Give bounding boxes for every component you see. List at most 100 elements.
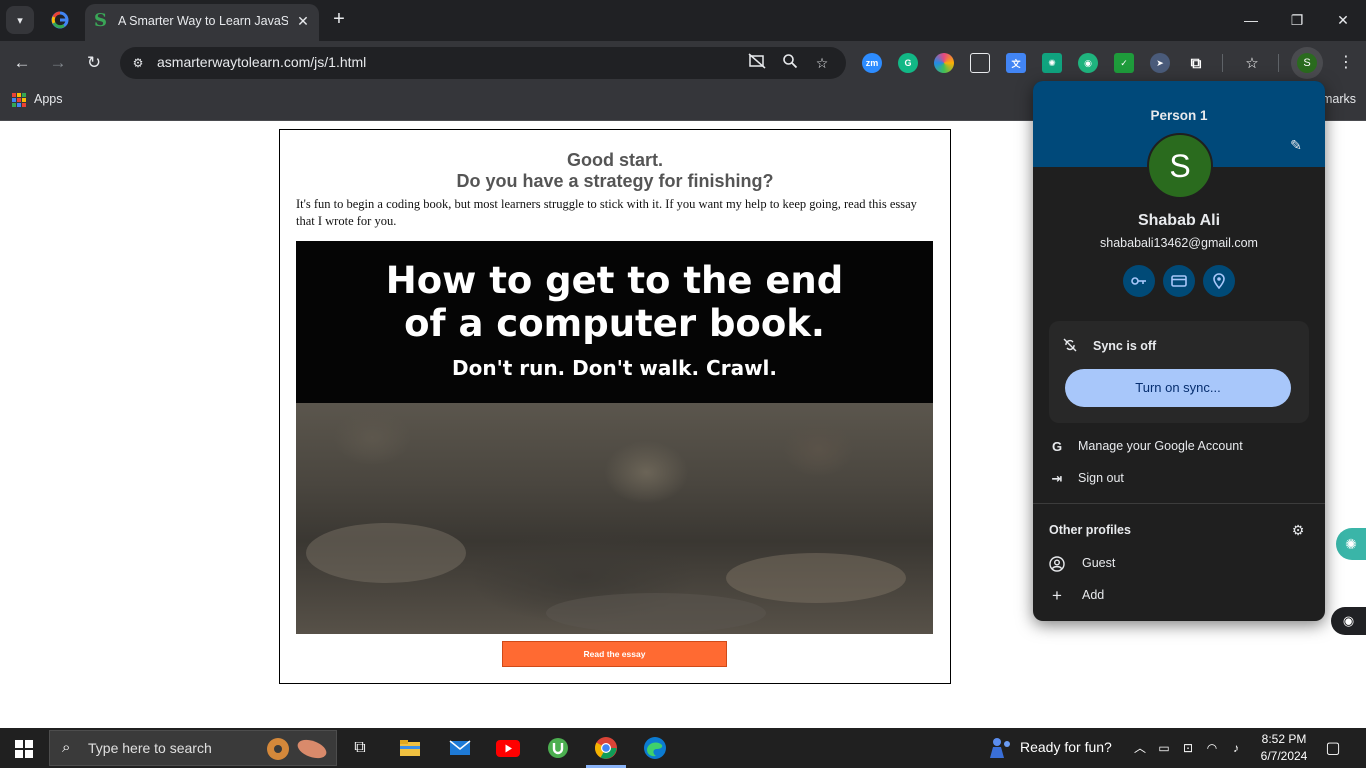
color-extension-icon[interactable] <box>934 53 954 73</box>
mud-patch <box>306 523 466 583</box>
sign-out-item[interactable]: ⇥ Sign out <box>1033 463 1325 495</box>
guest-profile-item[interactable]: Guest <box>1033 548 1325 580</box>
profile-label: Person 1 <box>1150 108 1208 123</box>
add-profile-item[interactable]: + Add <box>1033 580 1325 612</box>
clock-date: 6/7/2024 <box>1260 749 1308 763</box>
apps-bookmark[interactable]: Apps <box>34 92 63 106</box>
edit-pencil-icon[interactable]: ✎ <box>1286 137 1306 157</box>
youtube-icon[interactable] <box>494 734 522 762</box>
read-essay-button[interactable]: Read the essay <box>502 641 727 667</box>
mail-icon[interactable] <box>446 734 474 762</box>
sync-off-icon <box>1063 338 1081 356</box>
volume-icon[interactable]: ♪ <box>1228 740 1244 756</box>
guest-label: Guest <box>1082 556 1116 570</box>
assistant-side-widget-icon[interactable]: ◉ <box>1331 607 1366 635</box>
chatgpt-side-widget-icon[interactable]: ✺ <box>1336 528 1366 560</box>
mud-crawl-photo <box>296 403 933 634</box>
zoom-extension-icon[interactable]: zm <box>862 53 882 73</box>
weather-text[interactable]: Ready for fun? <box>1020 739 1112 755</box>
bot-extension-icon[interactable]: ◉ <box>1078 53 1098 73</box>
wifi-icon[interactable]: ◠ <box>1204 740 1220 756</box>
toolbar-separator <box>1278 54 1279 72</box>
add-plus-icon: + <box>1052 586 1062 605</box>
extensions-puzzle-icon[interactable]: ⧉ <box>1186 53 1206 73</box>
apps-grid-icon[interactable] <box>12 93 26 107</box>
location-icon[interactable] <box>1203 265 1235 297</box>
mud-patch <box>726 553 906 603</box>
cursor-extension-icon[interactable]: ➤ <box>1150 53 1170 73</box>
other-profiles-heading: Other profiles <box>1049 523 1131 537</box>
image-extension-icon[interactable] <box>970 53 990 73</box>
profile-email: shababali13462@gmail.com <box>1100 236 1258 250</box>
tab-close-icon[interactable]: ✕ <box>293 11 313 31</box>
site-favicon-icon: S <box>94 10 107 31</box>
banner-title: How to get to the end of a computer book… <box>296 259 933 345</box>
url-text[interactable]: asmarterwaytolearn.com/js/1.html <box>157 54 366 70</box>
turn-on-sync-button[interactable]: Turn on sync... <box>1065 369 1291 407</box>
battery-icon[interactable]: ▭ <box>1156 740 1172 756</box>
sync-status: Sync is off <box>1093 339 1157 353</box>
restore-button[interactable]: ❐ <box>1282 8 1312 32</box>
profile-menu: Person 1 ✎ S Shabab Ali shababali13462@g… <box>1033 81 1325 621</box>
browser-toolbar: ← → ↻ ⚙ asmarterwaytolearn.com/js/1.html… <box>0 41 1366 85</box>
mud-patch <box>546 593 766 633</box>
manage-google-account-item[interactable]: G Manage your Google Account <box>1033 431 1325 463</box>
sign-out-icon: ⇥ <box>1051 471 1063 486</box>
search-highlight-image <box>262 737 332 761</box>
device-icon[interactable]: ⊡ <box>1180 740 1196 756</box>
windows-start-icon[interactable] <box>15 740 33 758</box>
reload-icon[interactable]: ↻ <box>82 51 106 75</box>
task-view-icon[interactable]: ⧉ <box>346 734 374 762</box>
card-icon[interactable] <box>1163 265 1195 297</box>
address-bar[interactable]: ⚙ asmarterwaytolearn.com/js/1.html ☆ <box>120 47 846 79</box>
chrome-menu-icon[interactable]: ⋮ <box>1338 51 1354 75</box>
taskbar-clock[interactable]: 8:52 PM 6/7/2024 <box>1252 731 1316 765</box>
intro-text: It's fun to begin a coding book, but mos… <box>296 197 917 228</box>
key-icon[interactable] <box>1123 265 1155 297</box>
check-extension-icon[interactable]: ✓ <box>1114 53 1134 73</box>
profile-avatar: S <box>1147 133 1213 199</box>
chevron-up-icon[interactable]: ︿ <box>1132 740 1148 756</box>
manage-profiles-gear-icon[interactable]: ⚙ <box>1289 521 1307 539</box>
site-info-icon[interactable]: ⚙ <box>128 53 148 73</box>
bookmark-star-icon[interactable]: ☆ <box>812 53 832 73</box>
add-label: Add <box>1082 588 1105 602</box>
tab-search-button[interactable]: ▾ <box>6 6 34 34</box>
toolbar-separator <box>1222 54 1223 72</box>
zoom-icon[interactable] <box>780 53 800 73</box>
all-bookmarks-label[interactable]: marks <box>1322 92 1356 106</box>
chrome-taskbar-icon[interactable] <box>592 734 620 762</box>
sync-card: Sync is off Turn on sync... <box>1049 321 1309 423</box>
google-g-icon: G <box>1051 439 1063 454</box>
weather-figure-icon[interactable] <box>986 734 1014 762</box>
sign-out-label: Sign out <box>1078 471 1124 485</box>
utorrent-icon[interactable] <box>544 734 572 762</box>
grammarly-extension-icon[interactable]: G <box>898 53 918 73</box>
reading-list-icon[interactable]: ☆ <box>1242 53 1262 73</box>
heading-line-2: Do you have a strategy for finishing? <box>456 171 774 191</box>
chatgpt-extension-icon[interactable]: ✺ <box>1042 53 1062 73</box>
file-explorer-icon[interactable] <box>396 734 424 762</box>
essay-banner-image[interactable]: How to get to the end of a computer book… <box>296 241 933 634</box>
clock-time: 8:52 PM <box>1261 732 1307 746</box>
edge-icon[interactable] <box>641 734 669 762</box>
back-icon[interactable]: ← <box>10 51 34 75</box>
manage-account-label: Manage your Google Account <box>1078 439 1243 453</box>
forward-icon[interactable]: → <box>46 51 70 75</box>
active-tab[interactable]: S A Smarter Way to Learn JavaScr ✕ <box>85 4 319 41</box>
guest-person-icon <box>1049 556 1065 572</box>
translate-extension-icon[interactable]: 文 <box>1006 53 1026 73</box>
banner-subtitle: Don't run. Don't walk. Crawl. <box>451 356 777 380</box>
banner-title-line-2: of a computer book. <box>404 302 825 345</box>
pinned-tab-google[interactable] <box>50 10 70 30</box>
tab-strip: ▾ S A Smarter Way to Learn JavaScr ✕ + —… <box>0 0 1366 41</box>
minimize-button[interactable]: — <box>1236 8 1266 32</box>
menu-divider <box>1033 503 1325 504</box>
profile-avatar-small[interactable]: S <box>1297 53 1317 73</box>
heading-line-1: Good start. <box>566 150 663 170</box>
close-window-button[interactable]: ✕ <box>1328 8 1358 32</box>
taskbar-search-box[interactable]: ⌕ Type here to search <box>49 730 337 766</box>
camera-off-icon[interactable] <box>747 53 767 73</box>
notifications-icon[interactable]: ▢ <box>1322 738 1344 758</box>
new-tab-button[interactable]: + <box>328 9 350 31</box>
